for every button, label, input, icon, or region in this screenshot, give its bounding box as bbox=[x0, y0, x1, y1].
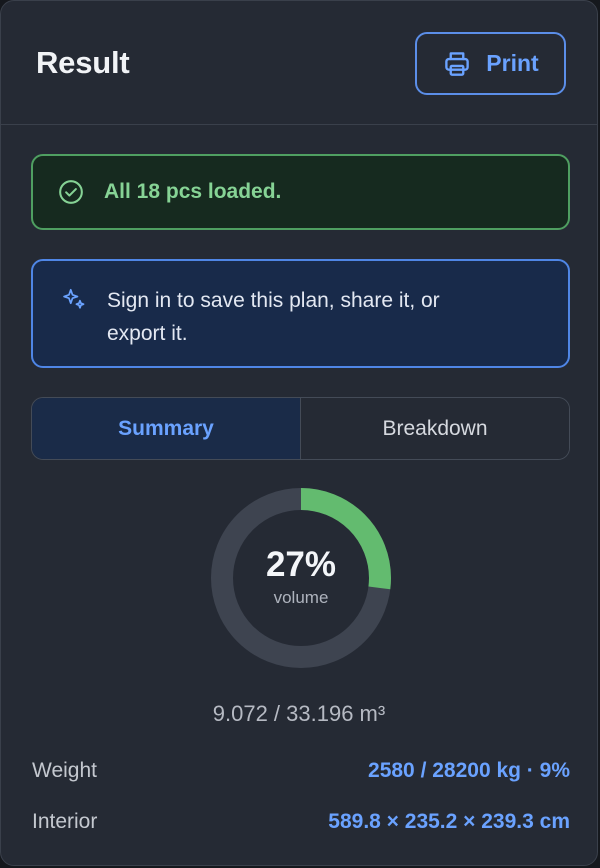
tab-summary[interactable]: Summary bbox=[32, 398, 301, 459]
tab-breakdown[interactable]: Breakdown bbox=[301, 398, 569, 459]
weight-label: Weight bbox=[32, 759, 97, 782]
result-panel: Result Print All 18 pcs loaded. Sign in … bbox=[0, 0, 598, 866]
donut-center: 27% volume bbox=[211, 488, 391, 668]
volume-label: volume bbox=[273, 587, 329, 607]
interior-row: Interior 589.8 × 235.2 × 239.3 cm bbox=[32, 810, 570, 834]
sign-in-alert: Sign in to save this plan, share it, or … bbox=[31, 259, 570, 368]
volume-used-text: 9.072 / 33.196 m³ bbox=[212, 701, 386, 726]
weight-value: 2580 / 28200 kg · 9% bbox=[368, 759, 570, 782]
interior-label: Interior bbox=[32, 810, 98, 833]
volume-percent: 27% bbox=[265, 544, 337, 584]
printer-icon bbox=[442, 49, 472, 79]
result-header: Result Print bbox=[1, 1, 597, 125]
check-circle-icon bbox=[58, 179, 84, 205]
result-tabs: Summary Breakdown bbox=[31, 397, 570, 460]
print-button-label: Print bbox=[486, 50, 539, 76]
interior-value: 589.8 × 235.2 × 239.3 cm bbox=[328, 810, 570, 833]
weight-row: Weight 2580 / 28200 kg · 9% bbox=[32, 759, 570, 783]
print-button[interactable]: Print bbox=[415, 32, 566, 95]
success-alert: All 18 pcs loaded. bbox=[31, 154, 570, 230]
sparkles-icon bbox=[61, 286, 87, 312]
page-title: Result bbox=[36, 45, 130, 80]
sign-in-alert-text: Sign in to save this plan, share it, or … bbox=[107, 289, 440, 345]
success-alert-text: All 18 pcs loaded. bbox=[104, 180, 282, 203]
